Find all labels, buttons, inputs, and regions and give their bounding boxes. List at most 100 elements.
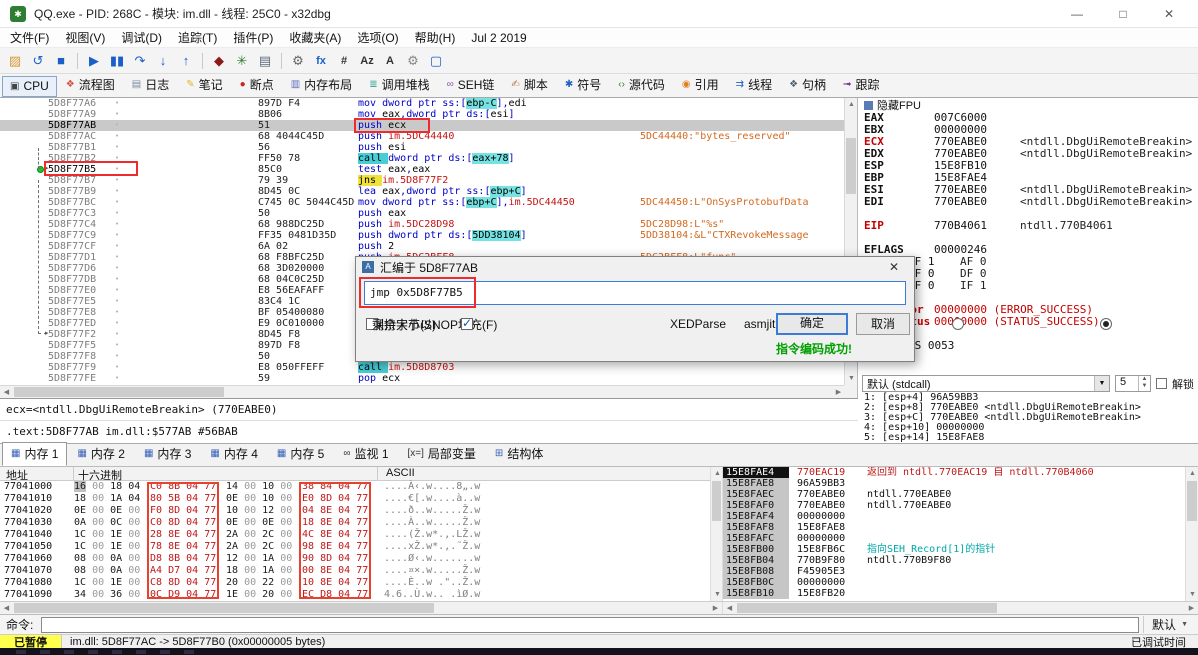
- tab-symbols[interactable]: ✱ 符号: [557, 73, 609, 97]
- minimize-button[interactable]: —: [1058, 7, 1096, 21]
- scrollbar-thumb[interactable]: [14, 603, 434, 613]
- disasm-row[interactable]: 5D8F77FE • 59 pop ecx: [0, 373, 845, 384]
- tab-dump-3[interactable]: ▦ 内存 3: [135, 442, 200, 466]
- dump-row[interactable]: 77041080 1C 00 1E 00 C8 8D 04 77 20 00 22 0…: [0, 577, 710, 589]
- tab-locals[interactable]: [x=] 局部变量: [399, 442, 485, 466]
- disasm-row[interactable]: 5D8F77C9 • FF35 0481D35D push dword ptr ds:…: [0, 230, 845, 241]
- dump-row[interactable]: 77041040 1C 00 1E 00 28 8E 04 77 2A 00 2C 0…: [0, 529, 710, 541]
- tab-handles[interactable]: ❖ 句柄: [781, 73, 834, 97]
- menu-item[interactable]: 视图(V): [57, 29, 113, 46]
- dialog-close-icon[interactable]: ✕: [880, 260, 908, 274]
- dialog-titlebar[interactable]: A 汇编于 5D8F77AB ✕: [356, 257, 914, 277]
- tab-notes[interactable]: ✎ 笔记: [178, 73, 230, 97]
- preferences-icon[interactable]: ⚙: [402, 51, 424, 71]
- disasm-row[interactable]: 5D8F77CF • 6A 02 push 2: [0, 241, 845, 252]
- tab-script[interactable]: ✍ 脚本: [503, 73, 555, 97]
- dump-row[interactable]: 77041070 08 00 0A 00 A4 D7 04 77 18 00 1A 0…: [0, 565, 710, 577]
- ok-button[interactable]: 确定: [776, 313, 848, 335]
- scrollbar-thumb[interactable]: [712, 481, 721, 521]
- log-icon[interactable]: ▤: [254, 51, 276, 71]
- disasm-row[interactable]: 5D8F77A6 • 897D F4 mov dword ptr ss:[ebp-C]…: [0, 98, 845, 109]
- scroll-down-icon[interactable]: ▼: [845, 372, 858, 385]
- tab-dump-4[interactable]: ▦ 内存 4: [201, 442, 266, 466]
- menu-item[interactable]: 选项(O): [349, 29, 406, 46]
- hash-icon[interactable]: #: [333, 51, 355, 71]
- scroll-right-icon[interactable]: ▶: [709, 602, 722, 615]
- chevron-down-icon[interactable]: ▼: [1094, 376, 1109, 392]
- asmjit-radio[interactable]: asmjit: [728, 313, 1112, 335]
- tab-graph[interactable]: ❖ 流程图: [58, 73, 123, 97]
- menu-item[interactable]: 文件(F): [2, 29, 57, 46]
- tab-dump-1[interactable]: ▦ 内存 1: [2, 442, 68, 466]
- scroll-up-icon[interactable]: ▲: [845, 98, 858, 111]
- disasm-row[interactable]: 5D8F77F9 • E8 050FFEFF call im.5D8D8703: [0, 362, 845, 373]
- argument-count-stepper[interactable]: 5 ▲ ▼: [1115, 375, 1151, 393]
- menu-item[interactable]: Jul 2 2019: [463, 31, 534, 45]
- tab-breakpoints[interactable]: ● 断点: [232, 73, 282, 97]
- stop-icon[interactable]: ■: [50, 51, 72, 71]
- register-row[interactable]: EIP 770B4061 ntdll.770B4061: [858, 220, 1198, 232]
- settings-icon[interactable]: ⚙: [287, 51, 309, 71]
- assemble-instruction-input[interactable]: jmp 0x5D8F77B5: [364, 281, 906, 305]
- tab-source[interactable]: ‹› 源代码: [610, 73, 673, 97]
- disasm-row[interactable]: 5D8F77B9 • 8D45 0C lea eax,dword ptr ss:[eb…: [0, 186, 845, 197]
- disasm-row[interactable]: 5D8F77BC • C745 0C 5044C45D mov dword ptr s…: [0, 197, 845, 208]
- register-row[interactable]: EAX 007C6000: [858, 112, 1198, 124]
- calling-convention-select[interactable]: 默认 (stdcall) ▼: [862, 375, 1110, 393]
- run-to-return-icon[interactable]: ↑: [175, 51, 197, 71]
- disasm-row[interactable]: 5D8F77A9 • 8B06 mov eax,dword ptr ds:[esi]: [0, 109, 845, 120]
- tab-seh[interactable]: ∞ SEH链: [439, 73, 503, 97]
- scrollbar-thumb[interactable]: [14, 387, 224, 397]
- dump-row[interactable]: 77041060 08 00 0A 00 D8 8B 04 77 12 00 1A 0…: [0, 553, 710, 565]
- az-icon[interactable]: Az: [356, 51, 378, 71]
- font-icon[interactable]: A: [379, 51, 401, 71]
- tab-struct[interactable]: ⊞ 结构体: [486, 442, 552, 466]
- open-file-icon[interactable]: ▨: [4, 51, 26, 71]
- step-over-icon[interactable]: ↷: [129, 51, 151, 71]
- xedparse-radio[interactable]: XEDParse: [654, 313, 964, 335]
- unlock-checkbox[interactable]: [1156, 378, 1167, 390]
- tab-dump-5[interactable]: ▦ 内存 5: [268, 442, 333, 466]
- scroll-down-icon[interactable]: ▼: [1186, 588, 1198, 601]
- register-row[interactable]: ESP 15E8FB10: [858, 160, 1198, 172]
- stack-row[interactable]: 15E8FAEC 770EABE0 ntdll.770EABE0: [723, 489, 1185, 500]
- run-icon[interactable]: ▶: [83, 51, 105, 71]
- dump-row[interactable]: 77041000 16 00 18 04 C0 8B 04 77 14 00 10 0…: [0, 481, 710, 493]
- stack-row[interactable]: 15E8FAF4 00000000: [723, 511, 1185, 522]
- register-row[interactable]: EDI 770EABE0 <ntdll.DbgUiRemoteBreakin>: [858, 196, 1198, 208]
- dump-row[interactable]: 77041010 18 00 1A 04 80 5B 04 77 0E 00 10 0…: [0, 493, 710, 505]
- tab-references[interactable]: ◉ 引用: [674, 73, 727, 97]
- tab-threads[interactable]: ⇉ 线程: [728, 73, 780, 97]
- trace-icon[interactable]: ✳: [231, 51, 253, 71]
- disasm-row[interactable]: 5D8F77C3 • 50 push eax: [0, 208, 845, 219]
- stack-row[interactable]: 15E8FB00 15E8FB6C 指向SEH_Record[1]的指针: [723, 544, 1185, 555]
- fx-icon[interactable]: fx: [310, 51, 332, 71]
- register-row[interactable]: [858, 232, 1198, 244]
- pause-icon[interactable]: ▮▮: [106, 51, 128, 71]
- disasm-row[interactable]: 5D8F77C4 • 68 988DC25D push im.5DC28D98 5DC2…: [0, 219, 845, 230]
- scrollbar-thumb[interactable]: [846, 138, 856, 194]
- disasm-row[interactable]: 5D8F77B5 • 85C0 test eax,eax: [0, 164, 845, 175]
- cancel-button[interactable]: 取消: [856, 313, 910, 335]
- dump-row[interactable]: 77041020 0E 00 0E 00 F0 8D 04 77 10 00 12 0…: [0, 505, 710, 517]
- stack-horizontal-scrollbar[interactable]: ◀ ▶: [723, 602, 1198, 614]
- stack-row[interactable]: 15E8FB0C 00000000: [723, 577, 1185, 588]
- stack-row[interactable]: 15E8FAFC 00000000: [723, 533, 1185, 544]
- dump-vertical-scrollbar[interactable]: ▲ ▼: [710, 467, 723, 601]
- tab-log[interactable]: ▤ 日志: [124, 73, 177, 97]
- scroll-left-icon[interactable]: ◀: [0, 386, 13, 399]
- stack-vertical-scrollbar[interactable]: ▲ ▼: [1185, 467, 1198, 601]
- dump-horizontal-scrollbar[interactable]: ◀ ▶: [0, 602, 723, 614]
- stack-row[interactable]: 15E8FB04 770B9F80 ntdll.770B9F80: [723, 555, 1185, 566]
- scroll-up-icon[interactable]: ▲: [1186, 467, 1198, 480]
- window-icon[interactable]: ▢: [425, 51, 447, 71]
- fill-with-nops-checkbox[interactable]: 剩余字节以NOP填充(F): [356, 313, 497, 335]
- menu-item[interactable]: 帮助(H): [407, 29, 464, 46]
- menu-item[interactable]: 调试(D): [113, 29, 170, 46]
- close-button[interactable]: ✕: [1150, 7, 1188, 21]
- step-into-icon[interactable]: ↓: [152, 51, 174, 71]
- dump-row[interactable]: 77041050 1C 00 1E 00 78 8E 04 77 2A 00 2C 0…: [0, 541, 710, 553]
- command-input[interactable]: [41, 616, 1140, 633]
- stack-row[interactable]: 15E8FAF0 770EABE0 ntdll.770EABE0: [723, 500, 1185, 511]
- stepper-arrows-icon[interactable]: ▲ ▼: [1138, 376, 1150, 392]
